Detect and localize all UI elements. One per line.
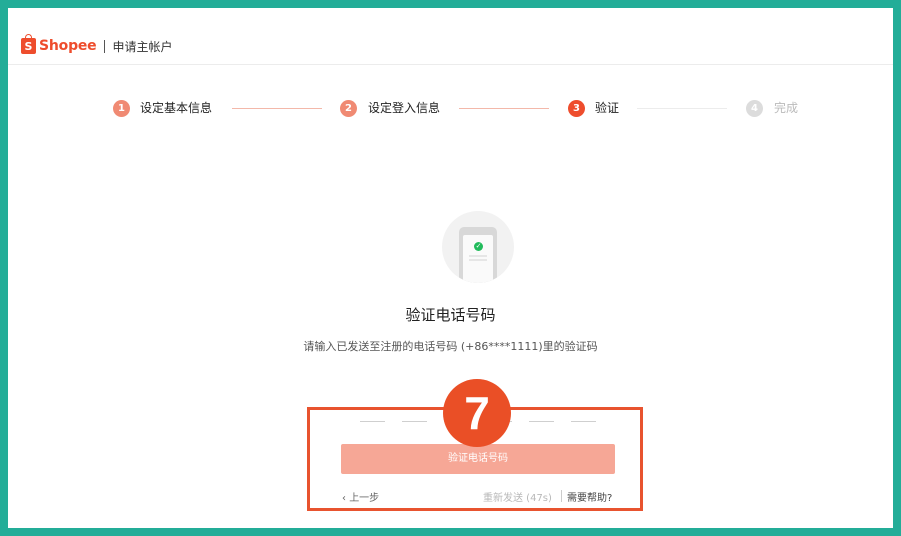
verify-title: 验证电话号码 (405, 306, 496, 324)
step-connector (232, 108, 322, 109)
brand-name: Shopee (39, 38, 97, 54)
step-4-number: 4 (746, 100, 763, 117)
header-divider (104, 39, 106, 53)
step-connector (637, 108, 727, 109)
page-title: 申请主帐户 (112, 39, 173, 54)
header: S Shopee 申请主帐户 (8, 8, 893, 65)
step-3-label: 验证 (595, 101, 620, 115)
shopee-bag-icon: S (21, 34, 36, 54)
verify-subtitle: 请输入已发送至注册的电话号码 (+86****1111)里的验证码 (303, 340, 598, 353)
annotation-number-badge: 7 (443, 379, 511, 447)
page-frame: S Shopee 申请主帐户 1 设定基本信息 2 设定登入信息 3 验证 4 … (8, 8, 893, 528)
step-1-number: 1 (113, 100, 130, 117)
phone-check-icon: ✓ (442, 211, 514, 283)
logo[interactable]: S Shopee 申请主帐户 (21, 34, 173, 56)
step-2-number: 2 (340, 100, 357, 117)
step-1-label: 设定基本信息 (140, 101, 213, 115)
step-4-label: 完成 (774, 101, 799, 115)
step-3-number: 3 (568, 100, 585, 117)
step-2-label: 设定登入信息 (368, 101, 441, 115)
step-connector (459, 108, 549, 109)
